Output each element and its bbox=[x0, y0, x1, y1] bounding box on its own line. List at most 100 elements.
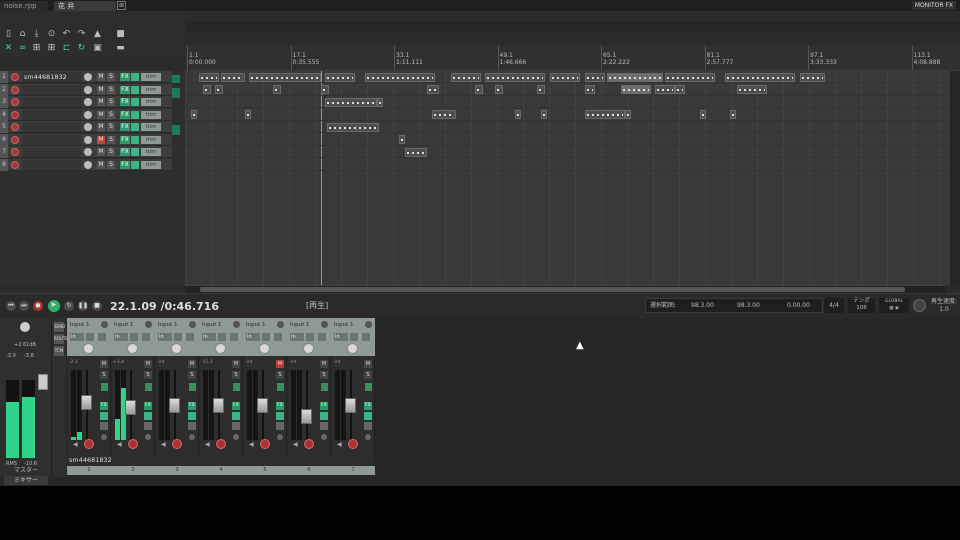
envelope-icon[interactable] bbox=[131, 73, 139, 81]
volume-fader[interactable] bbox=[81, 394, 92, 410]
media-item[interactable] bbox=[273, 85, 281, 94]
track-name-field[interactable]: sm44681832 bbox=[22, 72, 82, 82]
global-automation-box[interactable]: GLOBAL ▦ ◉ bbox=[879, 298, 909, 313]
stop-icon[interactable]: ■ bbox=[92, 301, 102, 311]
track-volume-knob[interactable] bbox=[84, 123, 92, 131]
track-row[interactable]: 8 M S FX trim bbox=[0, 158, 172, 171]
fx-button[interactable]: FX bbox=[120, 148, 130, 156]
record-arm-button[interactable] bbox=[348, 439, 358, 449]
media-item[interactable] bbox=[537, 85, 545, 94]
record-arm-button[interactable] bbox=[172, 439, 182, 449]
media-item[interactable] bbox=[585, 85, 595, 94]
solo-button[interactable]: S bbox=[232, 371, 240, 379]
track-name-field[interactable] bbox=[22, 147, 82, 157]
envelope-points-icon[interactable]: ⊞ bbox=[46, 43, 57, 54]
media-item[interactable] bbox=[800, 72, 825, 82]
tempo-value[interactable]: 108 bbox=[848, 305, 875, 312]
trim-volume-button[interactable]: trim bbox=[141, 160, 161, 169]
media-item[interactable] bbox=[221, 72, 245, 82]
mute-button[interactable]: M bbox=[97, 73, 105, 81]
mixer-side-send[interactable]: SEND bbox=[54, 322, 65, 332]
fx-bypass-icon[interactable] bbox=[321, 434, 327, 440]
media-item[interactable] bbox=[203, 85, 211, 94]
route-icon[interactable] bbox=[230, 333, 238, 341]
speaker-icon[interactable]: ◀ bbox=[73, 442, 79, 448]
fx-button[interactable]: FX bbox=[120, 160, 130, 169]
undo-icon[interactable]: ↶ bbox=[61, 29, 72, 40]
strip-track-name[interactable]: sm44681832 bbox=[67, 455, 112, 465]
record-button[interactable]: ● bbox=[33, 301, 43, 311]
trim-volume-button[interactable]: trim bbox=[141, 123, 161, 131]
envelope-icon[interactable] bbox=[144, 412, 152, 420]
media-item[interactable] bbox=[585, 72, 605, 82]
master-volume-knob[interactable] bbox=[20, 322, 30, 332]
ripple-edit-icon[interactable]: ✕ bbox=[3, 43, 14, 54]
track-row[interactable]: 2 M S FX trim bbox=[0, 83, 172, 96]
speaker-icon[interactable]: ◀ bbox=[249, 442, 255, 448]
route-icon[interactable] bbox=[362, 333, 370, 341]
media-item[interactable] bbox=[475, 85, 483, 94]
snap-grid-icon[interactable]: ⊞ bbox=[31, 43, 42, 54]
mute-button[interactable]: M bbox=[188, 360, 196, 368]
media-item[interactable] bbox=[625, 110, 631, 119]
media-item[interactable] bbox=[199, 72, 219, 82]
solo-button[interactable]: S bbox=[276, 371, 284, 379]
volume-fader[interactable] bbox=[169, 397, 180, 413]
fx-button[interactable]: FX bbox=[120, 73, 130, 81]
mute-button[interactable]: M bbox=[320, 360, 328, 368]
volume-fader[interactable] bbox=[213, 397, 224, 413]
project-tab-noise[interactable]: noise.rpp bbox=[0, 1, 48, 11]
locking-icon[interactable]: ⊏ bbox=[61, 43, 72, 54]
track-lane[interactable] bbox=[185, 146, 960, 158]
speaker-icon[interactable]: ◀ bbox=[161, 442, 167, 448]
envelope-icon[interactable] bbox=[100, 412, 108, 420]
metronome-icon[interactable]: ▲ bbox=[92, 29, 103, 40]
input-select[interactable]: Input 1 bbox=[202, 321, 232, 329]
io-route-icon[interactable] bbox=[276, 422, 284, 430]
envelope-icon[interactable] bbox=[131, 135, 139, 144]
track-volume-knob[interactable] bbox=[84, 135, 92, 144]
strip-track-name[interactable] bbox=[199, 455, 243, 465]
pause-icon[interactable]: ❚❚ bbox=[78, 301, 88, 311]
track-name-field[interactable] bbox=[22, 109, 82, 120]
track-lane[interactable] bbox=[185, 159, 960, 171]
input-select[interactable]: Input 1 bbox=[290, 321, 320, 329]
open-project-icon[interactable]: ⌂ bbox=[17, 29, 28, 40]
fx-button[interactable]: FX bbox=[232, 402, 240, 410]
fx-button[interactable]: FX bbox=[364, 402, 372, 410]
fx-bypass-icon[interactable] bbox=[277, 434, 283, 440]
toolbar-extra-icon[interactable]: ■ bbox=[115, 29, 126, 40]
repeat-icon[interactable]: ↻ bbox=[64, 301, 74, 311]
io-route-icon[interactable] bbox=[232, 422, 240, 430]
media-item[interactable] bbox=[215, 85, 223, 94]
phase-icon[interactable] bbox=[145, 383, 152, 391]
track-lane[interactable] bbox=[185, 134, 960, 146]
media-item[interactable] bbox=[700, 110, 706, 119]
fx-button[interactable]: FX bbox=[144, 402, 152, 410]
fx-button[interactable]: FX bbox=[276, 402, 284, 410]
fx-button[interactable]: FX bbox=[120, 123, 130, 131]
input-dropdown-icon[interactable] bbox=[189, 321, 196, 328]
track-volume-knob[interactable] bbox=[84, 85, 92, 94]
input-fx-button[interactable]: In bbox=[70, 333, 84, 341]
track-row[interactable]: 6 M S FX trim bbox=[0, 133, 172, 146]
media-item[interactable] bbox=[585, 110, 625, 119]
save-project-icon[interactable]: ⤓ bbox=[31, 29, 42, 40]
input-select[interactable]: Input 1 bbox=[114, 321, 144, 329]
speaker-icon[interactable]: ◀ bbox=[293, 442, 299, 448]
fx-button[interactable]: FX bbox=[120, 135, 130, 144]
pan-knob[interactable] bbox=[347, 343, 358, 354]
route-icon[interactable] bbox=[98, 333, 106, 341]
play-button[interactable]: ▶ bbox=[48, 300, 60, 312]
phase-icon[interactable] bbox=[189, 383, 196, 391]
media-item[interactable] bbox=[191, 110, 197, 119]
media-item[interactable] bbox=[730, 110, 736, 119]
solo-button[interactable]: S bbox=[100, 371, 108, 379]
media-item[interactable] bbox=[325, 97, 377, 107]
io-route-icon[interactable] bbox=[188, 422, 196, 430]
input-dropdown-icon[interactable] bbox=[145, 321, 152, 328]
speaker-icon[interactable]: ◀ bbox=[117, 442, 123, 448]
media-item[interactable] bbox=[655, 85, 675, 94]
media-item[interactable] bbox=[245, 110, 251, 119]
pan-knob[interactable] bbox=[259, 343, 270, 354]
